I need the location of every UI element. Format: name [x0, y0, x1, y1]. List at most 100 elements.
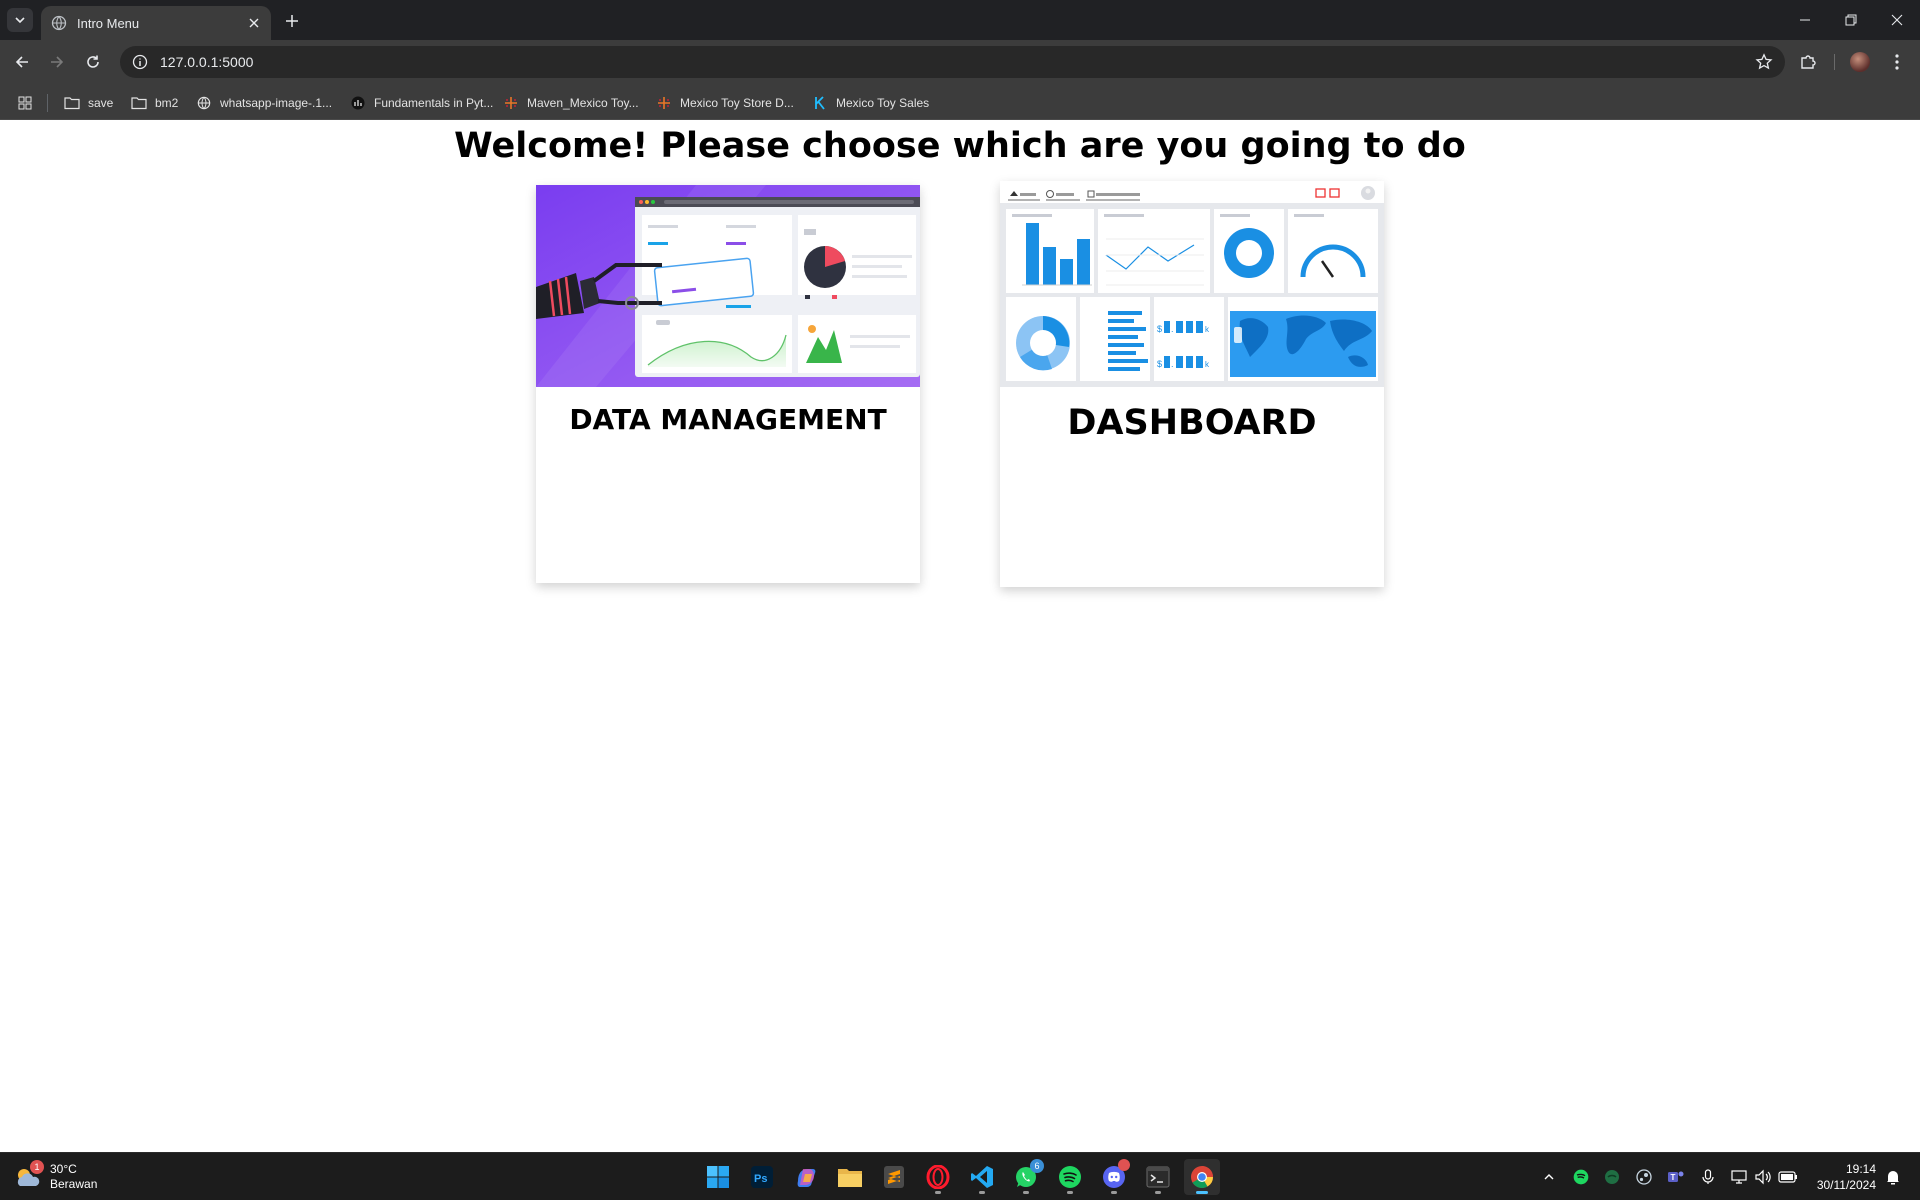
running-indicator — [1111, 1191, 1117, 1194]
bookmark-label: Maven_Mexico Toy... — [527, 96, 639, 110]
copilot-icon — [797, 1169, 816, 1187]
avatar — [1850, 52, 1870, 72]
taskbar-app-copilot[interactable] — [788, 1159, 824, 1195]
forward-button[interactable] — [43, 48, 71, 76]
taskbar-app-spotify[interactable] — [1052, 1159, 1088, 1195]
tab-title: Intro Menu — [77, 15, 140, 31]
bookmark-fundamentals[interactable]: Fundamentals in Pyt... — [350, 93, 493, 113]
weather-temp: 30°C — [50, 1162, 77, 1176]
taskbar-app-photoshop[interactable]: Ps — [744, 1159, 780, 1195]
chrome-icon — [1191, 1166, 1213, 1188]
taskbar-app-sublime[interactable] — [876, 1159, 912, 1195]
url-text[interactable]: 127.0.0.1:5000 — [160, 54, 253, 70]
svg-text:Ps: Ps — [754, 1173, 767, 1185]
speaker-icon — [1755, 1169, 1771, 1185]
puzzle-icon — [1801, 55, 1816, 69]
data-management-card[interactable]: DATA MANAGEMENT — [536, 185, 920, 583]
bookmark-star-icon[interactable] — [1755, 53, 1773, 71]
bookmark-label: whatsapp-image-.1... — [220, 96, 333, 110]
menu-button[interactable] — [1883, 48, 1911, 76]
svg-text:T: T — [1671, 1173, 1676, 1182]
notification-dot — [1118, 1159, 1130, 1171]
bookmark-mexico-toy-store[interactable]: Mexico Toy Store D... — [656, 93, 794, 113]
kaggle-icon — [812, 95, 828, 111]
info-icon[interactable] — [132, 54, 148, 70]
extensions-button[interactable] — [1794, 48, 1822, 76]
terminal-icon — [1146, 1166, 1170, 1188]
tab-search-button[interactable] — [7, 8, 33, 32]
weather-widget[interactable]: 1 30°C Berawan — [12, 1159, 97, 1195]
notification-badge: 6 — [1030, 1159, 1044, 1173]
reload-button[interactable] — [79, 48, 107, 76]
minimize-button[interactable] — [1782, 0, 1828, 40]
folder-icon — [131, 95, 147, 111]
new-tab-button[interactable] — [280, 9, 304, 33]
close-icon — [1891, 14, 1903, 26]
taskbar-app-opera[interactable] — [920, 1159, 956, 1195]
bookmark-save[interactable]: save — [64, 93, 113, 113]
app-status-icon — [1605, 1170, 1619, 1184]
tray-network[interactable] — [1729, 1165, 1751, 1189]
toolbar-divider — [1834, 54, 1835, 70]
show-hidden-icons-button[interactable] — [1538, 1165, 1560, 1189]
taskbar-app-vscode[interactable] — [964, 1159, 1000, 1195]
tray-microphone[interactable] — [1697, 1165, 1719, 1189]
data-management-label[interactable]: DATA MANAGEMENT — [536, 403, 920, 436]
dashboard-illustration[interactable]: $ . k $ . k — [1000, 181, 1384, 387]
tray-volume[interactable] — [1753, 1165, 1775, 1189]
spotify-icon — [1059, 1166, 1081, 1188]
taskbar-app-chrome[interactable] — [1184, 1159, 1220, 1195]
bookmark-whatsapp-image[interactable]: whatsapp-image-.1... — [196, 93, 332, 113]
back-button[interactable] — [8, 48, 36, 76]
taskbar-app-whatsapp[interactable]: 6 — [1008, 1159, 1044, 1195]
clock-time: 19:14 — [1845, 1162, 1876, 1176]
close-window-button[interactable] — [1874, 0, 1920, 40]
dashboard-thumb-decimal: . — [1171, 359, 1174, 369]
restore-button[interactable] — [1828, 0, 1874, 40]
browser-toolbar: 127.0.0.1:5000 — [0, 40, 1920, 84]
bookmarks-bar: save bm2 whatsapp-image-.1... Fundamenta… — [0, 84, 1920, 120]
bookmark-mexico-toy-sales[interactable]: Mexico Toy Sales — [812, 93, 929, 113]
tableau-icon — [656, 95, 672, 111]
dashboard-thumb-decimal: . — [1171, 324, 1174, 334]
tray-teams[interactable]: T — [1665, 1165, 1687, 1189]
site-icon — [350, 95, 366, 111]
running-indicator — [1067, 1191, 1073, 1194]
taskbar: 1 30°C Berawan Ps 6 T 19:14 30/11/2024 — [0, 1152, 1920, 1200]
dashboard-label[interactable]: DASHBOARD — [1000, 403, 1384, 443]
tray-spotify[interactable] — [1570, 1165, 1592, 1189]
tab-close-button[interactable] — [243, 12, 265, 34]
bookmark-maven-mexico[interactable]: Maven_Mexico Toy... — [503, 93, 639, 113]
start-button[interactable] — [700, 1159, 736, 1195]
taskbar-app-discord[interactable] — [1096, 1159, 1132, 1195]
bookmark-bm2[interactable]: bm2 — [131, 93, 178, 113]
taskbar-app-file-explorer[interactable] — [832, 1159, 868, 1195]
dashboard-thumb-currency: $ — [1157, 324, 1162, 334]
running-indicator — [1023, 1191, 1029, 1194]
bookmark-label: save — [88, 96, 114, 110]
bookmark-label: Mexico Toy Store D... — [680, 96, 794, 110]
notifications-button[interactable] — [1882, 1165, 1904, 1189]
tray-steam[interactable] — [1633, 1165, 1655, 1189]
weather-condition: Berawan — [50, 1177, 98, 1191]
arrow-left-icon — [15, 56, 28, 68]
tray-app[interactable] — [1601, 1165, 1623, 1189]
globe-icon — [51, 15, 67, 31]
page-viewport: Welcome! Please choose which are you goi… — [0, 120, 1920, 1152]
apps-grid-icon — [17, 95, 33, 111]
tray-battery[interactable] — [1777, 1165, 1799, 1189]
address-bar[interactable]: 127.0.0.1:5000 — [120, 46, 1785, 78]
clock[interactable]: 19:14 30/11/2024 — [1802, 1161, 1876, 1193]
dashboard-card[interactable]: $ . k $ . k DASHBOARD — [1000, 181, 1384, 587]
apps-button[interactable] — [17, 93, 41, 113]
taskbar-app-terminal[interactable] — [1140, 1159, 1176, 1195]
minimize-icon — [1800, 19, 1810, 21]
restore-icon — [1845, 14, 1857, 26]
microphone-icon — [1702, 1169, 1714, 1184]
data-management-illustration[interactable] — [536, 185, 920, 387]
tab-intro-menu[interactable]: Intro Menu — [41, 6, 271, 40]
reload-icon — [87, 55, 99, 68]
page-title: Welcome! Please choose which are you goi… — [454, 126, 1466, 166]
profile-button[interactable] — [1846, 48, 1874, 76]
running-indicator — [1196, 1191, 1208, 1194]
